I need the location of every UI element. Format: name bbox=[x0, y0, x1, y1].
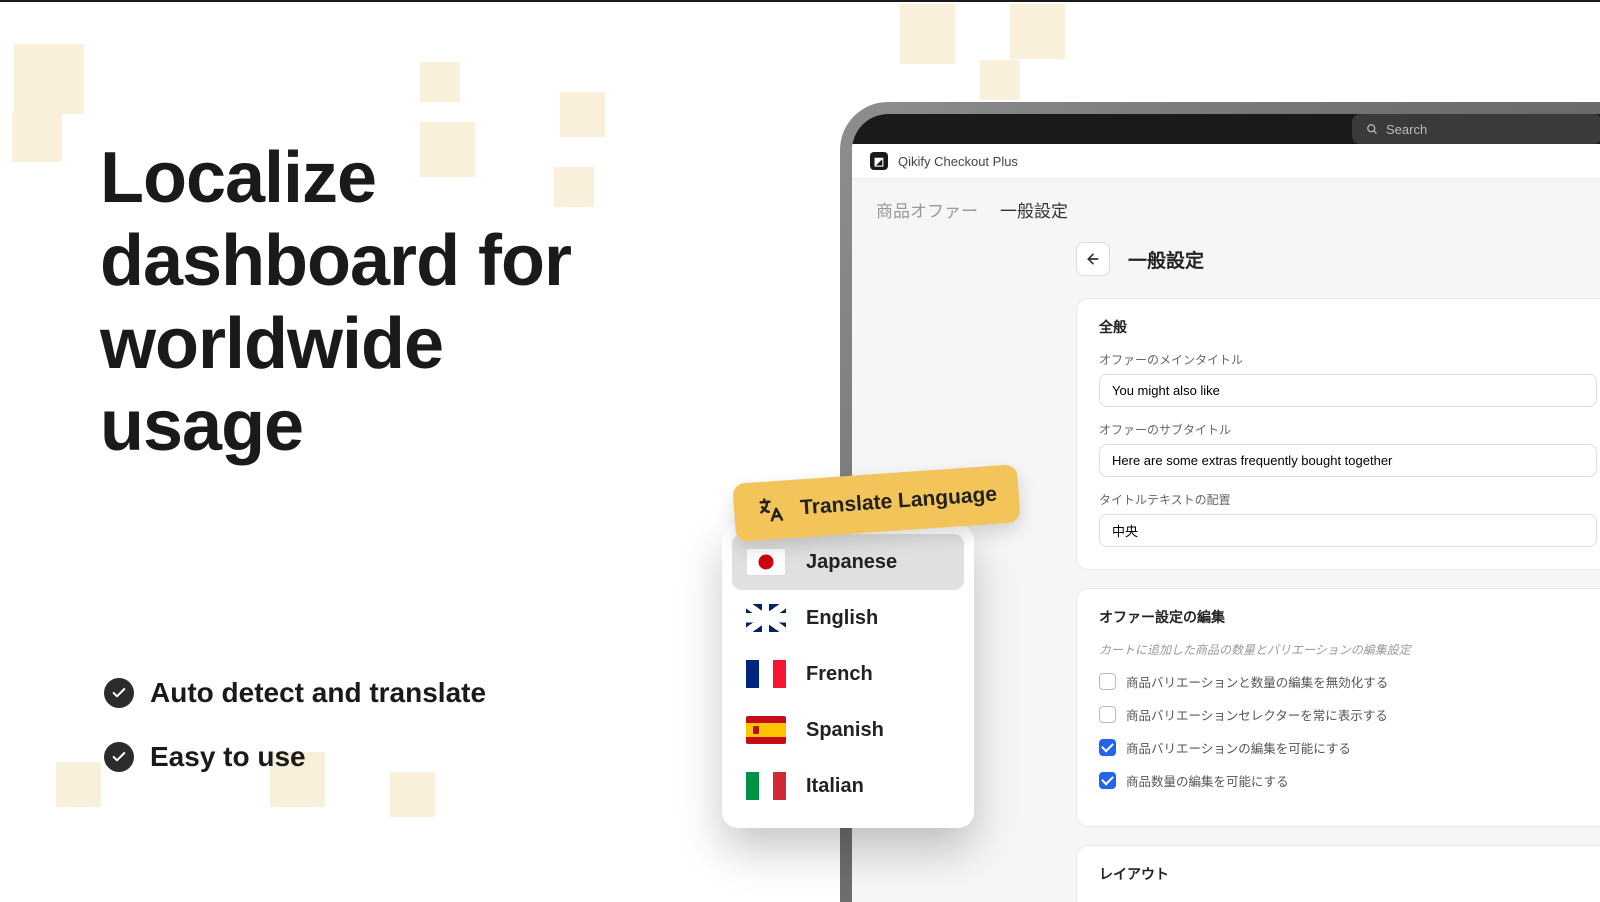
panel-subtext: カートに追加した商品の数量とバリエーションの編集設定 bbox=[1099, 641, 1597, 658]
sub-title-input[interactable] bbox=[1099, 444, 1597, 477]
lang-spanish[interactable]: Spanish bbox=[732, 702, 964, 758]
lang-label: Spanish bbox=[806, 719, 884, 742]
arrow-left-icon bbox=[1085, 251, 1101, 267]
back-button[interactable] bbox=[1076, 242, 1110, 276]
checkbox-label: 商品バリエーションと数量の編集を無効化する bbox=[1126, 672, 1388, 691]
flag-uk-icon bbox=[746, 604, 786, 632]
deco-square bbox=[1010, 4, 1065, 59]
flag-fr-icon bbox=[746, 660, 786, 688]
flag-it-icon bbox=[746, 772, 786, 800]
hero-title: Localize dashboard for worldwide usage bbox=[100, 137, 660, 468]
deco-square bbox=[420, 62, 460, 102]
language-popover: Japanese English French Spanish Italian bbox=[722, 524, 974, 828]
lang-label: Italian bbox=[806, 775, 864, 798]
panel-title: レイアウト bbox=[1099, 864, 1597, 884]
deco-square bbox=[14, 44, 84, 114]
deco-square bbox=[56, 762, 101, 807]
lang-label: English bbox=[806, 607, 878, 630]
deco-square bbox=[560, 92, 605, 137]
checkbox-row: 商品バリエーションの編集を可能にする bbox=[1099, 738, 1597, 757]
translate-chip-label: Translate Language bbox=[799, 483, 997, 521]
checkbox-label: 商品バリエーションの編集を可能にする bbox=[1126, 738, 1351, 757]
main-title-input[interactable] bbox=[1099, 374, 1597, 407]
feature-item: Easy to use bbox=[104, 741, 486, 773]
panel-title: 全般 bbox=[1099, 317, 1597, 337]
checkbox[interactable] bbox=[1099, 772, 1116, 789]
check-icon bbox=[104, 742, 134, 772]
checkbox-row: 商品バリエーションと数量の編集を無効化する bbox=[1099, 672, 1597, 691]
lang-japanese[interactable]: Japanese bbox=[732, 534, 964, 590]
field-label: オファーのメインタイトル bbox=[1099, 351, 1597, 368]
features-list: Auto detect and translate Easy to use bbox=[104, 677, 486, 805]
lang-label: French bbox=[806, 663, 873, 686]
feature-text: Easy to use bbox=[150, 741, 306, 773]
page-title: 一般設定 bbox=[1128, 246, 1204, 273]
app-name: Qikify Checkout Plus bbox=[898, 154, 1018, 169]
field-label: タイトルテキストの配置 bbox=[1099, 491, 1597, 508]
flag-es-icon bbox=[746, 716, 786, 744]
deco-square bbox=[12, 112, 62, 162]
flag-jp-icon bbox=[746, 548, 786, 576]
breadcrumb: 商品オファー 一般設定 bbox=[876, 197, 1600, 222]
field-label: オファーのサブタイトル bbox=[1099, 421, 1597, 438]
page-content: 一般設定 全般 オファーのメインタイトル オファーのサブタイトル タイトルテキス… bbox=[876, 242, 1600, 902]
panel-title: オファー設定の編集 bbox=[1099, 607, 1597, 627]
panel-general: 全般 オファーのメインタイトル オファーのサブタイトル タイトルテキストの配置 bbox=[1076, 298, 1600, 570]
checkbox[interactable] bbox=[1099, 739, 1116, 756]
checkbox-label: 商品バリエーションセレクターを常に表示する bbox=[1126, 705, 1388, 724]
topbar: Search bbox=[852, 114, 1600, 144]
lang-english[interactable]: English bbox=[732, 590, 964, 646]
checkbox[interactable] bbox=[1099, 706, 1116, 723]
check-icon bbox=[104, 678, 134, 708]
checkbox-label: 商品数量の編集を可能にする bbox=[1126, 771, 1289, 790]
breadcrumb-item[interactable]: 商品オファー bbox=[876, 197, 978, 222]
lang-italian[interactable]: Italian bbox=[732, 758, 964, 814]
search-placeholder: Search bbox=[1386, 122, 1427, 137]
feature-item: Auto detect and translate bbox=[104, 677, 486, 709]
panel-offer-edit: オファー設定の編集 カートに追加した商品の数量とバリエーションの編集設定 商品バ… bbox=[1076, 588, 1600, 827]
search-icon bbox=[1366, 123, 1378, 135]
breadcrumb-item[interactable]: 一般設定 bbox=[1000, 197, 1068, 222]
lang-label: Japanese bbox=[806, 551, 897, 574]
app-header: ◩ Qikify Checkout Plus bbox=[852, 144, 1600, 179]
checkbox-row: 商品数量の編集を可能にする bbox=[1099, 771, 1597, 790]
checkbox-row: 商品バリエーションセレクターを常に表示する bbox=[1099, 705, 1597, 724]
hero-block: Localize dashboard for worldwide usage bbox=[100, 137, 660, 468]
deco-square bbox=[980, 60, 1020, 100]
feature-text: Auto detect and translate bbox=[150, 677, 486, 709]
lang-french[interactable]: French bbox=[732, 646, 964, 702]
app-logo-icon: ◩ bbox=[870, 152, 888, 170]
checkbox[interactable] bbox=[1099, 673, 1116, 690]
search-input[interactable]: Search bbox=[1352, 114, 1600, 144]
align-select[interactable] bbox=[1099, 514, 1597, 547]
deco-square bbox=[900, 4, 955, 64]
translate-icon bbox=[755, 494, 787, 526]
panel-layout: レイアウト bbox=[1076, 845, 1600, 902]
page-header: 一般設定 bbox=[1076, 242, 1600, 276]
